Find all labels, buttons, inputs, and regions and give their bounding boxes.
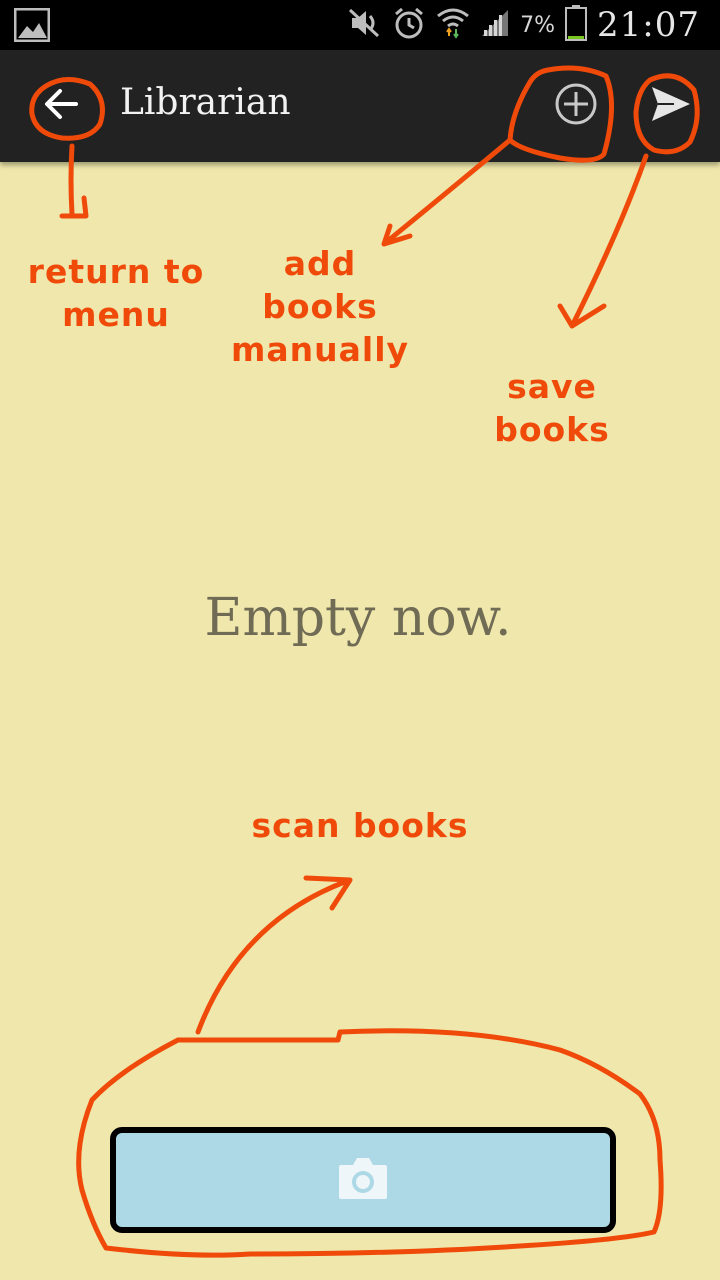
scan-books-button[interactable] bbox=[110, 1127, 616, 1233]
battery-icon bbox=[565, 5, 588, 45]
wifi-icon bbox=[436, 6, 470, 44]
add-annotation-line2: books bbox=[262, 287, 378, 326]
camera-icon bbox=[337, 1155, 389, 1205]
battery-percent: 7% bbox=[520, 12, 556, 38]
return-annotation-label: return to menu bbox=[20, 250, 212, 336]
empty-state-message: Empty now. bbox=[204, 588, 512, 648]
add-annotation-line1: add bbox=[283, 244, 357, 283]
save-books-button[interactable] bbox=[640, 76, 702, 136]
scan-annotation-label: scan books bbox=[251, 806, 469, 845]
app-title: Librarian bbox=[120, 82, 291, 123]
add-book-button[interactable] bbox=[548, 76, 604, 136]
gallery-notification-icon bbox=[13, 7, 51, 43]
plus-circle-icon bbox=[554, 82, 598, 130]
add-annotation-label: add books manually bbox=[220, 242, 420, 371]
save-annotation-line1: save bbox=[507, 367, 597, 406]
mute-icon bbox=[346, 8, 382, 42]
status-bar: 7% 21:07 bbox=[0, 0, 720, 50]
add-annotation-line3: manually bbox=[230, 330, 410, 369]
return-annotation-line1: return to bbox=[27, 252, 205, 291]
scan-annotation-arrow bbox=[195, 875, 353, 1035]
send-annotation-arrow bbox=[557, 153, 649, 329]
clock: 21:07 bbox=[597, 5, 700, 45]
back-button[interactable] bbox=[30, 76, 92, 136]
arrow-left-icon bbox=[43, 88, 79, 124]
save-annotation-line2: books bbox=[494, 410, 610, 449]
return-annotation-line2: menu bbox=[62, 295, 170, 334]
action-bar: Librarian bbox=[0, 50, 720, 162]
status-icons: 7% 21:07 bbox=[346, 2, 700, 48]
send-icon bbox=[650, 85, 692, 127]
alarm-icon bbox=[392, 6, 426, 44]
save-annotation-label: save books bbox=[472, 365, 632, 451]
signal-icon bbox=[480, 8, 510, 42]
